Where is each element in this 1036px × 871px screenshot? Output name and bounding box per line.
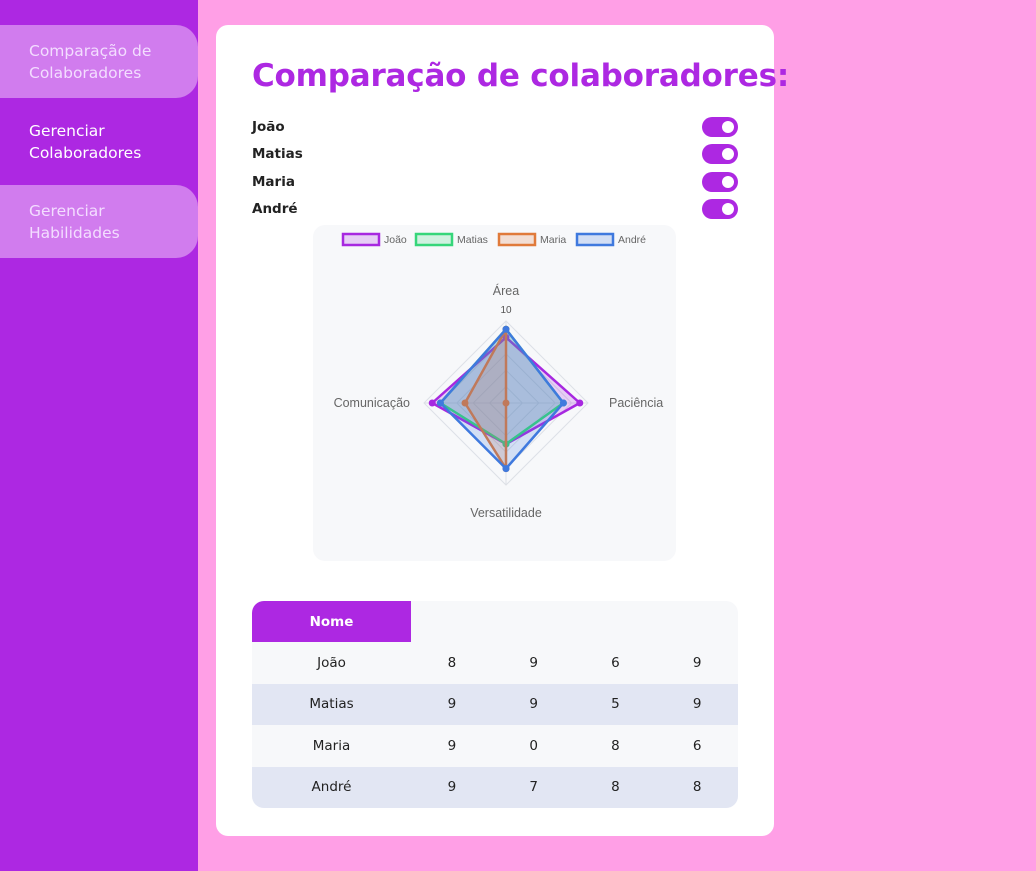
toggle-label: André bbox=[252, 201, 298, 217]
radar-data-point bbox=[502, 325, 510, 333]
table-header-empty bbox=[411, 601, 493, 642]
sidebar-item-label: Gerenciar Colaboradores bbox=[29, 121, 142, 162]
sidebar-item-comparacao[interactable]: Comparação de Colaboradores bbox=[0, 25, 198, 98]
table-row: Maria 9 0 8 6 bbox=[252, 725, 738, 767]
radar-data-point bbox=[502, 465, 510, 473]
sidebar-item-gerenciar-habilidades[interactable]: Gerenciar Habilidades bbox=[0, 185, 198, 258]
table-row: Matias 9 9 5 9 bbox=[252, 683, 738, 725]
toggle-label: Maria bbox=[252, 174, 295, 190]
legend-swatch bbox=[497, 232, 537, 247]
comparison-table: Nome João 8 9 6 9 Matias 9 9 5 9 Maria 9… bbox=[252, 601, 738, 808]
sidebar-item-gerenciar-colaboradores[interactable]: Gerenciar Colaboradores bbox=[0, 105, 198, 178]
table-cell-name: Maria bbox=[252, 725, 411, 767]
table-cell: 5 bbox=[574, 683, 657, 725]
table-header-empty bbox=[493, 601, 575, 642]
sidebar-item-label: Comparação de Colaboradores bbox=[29, 41, 152, 82]
table-header-empty bbox=[575, 601, 657, 642]
radar-axis-label: Paciência bbox=[609, 396, 663, 410]
toggle-switch-andre[interactable] bbox=[702, 199, 738, 219]
page-title: Comparação de colaboradores: bbox=[252, 58, 790, 94]
radar-tick-label: 10 bbox=[500, 305, 512, 316]
radar-data-point bbox=[436, 399, 444, 407]
radar-axis-label: Área bbox=[493, 283, 519, 298]
toggle-knob bbox=[722, 176, 734, 188]
radar-data-point bbox=[428, 399, 436, 407]
table-cell: 9 bbox=[411, 766, 493, 808]
radar-data-point bbox=[559, 399, 567, 407]
main-card: Comparação de colaboradores: João Matias… bbox=[216, 25, 789, 836]
table-cell: 9 bbox=[492, 683, 575, 725]
sidebar-item-label: Gerenciar Habilidades bbox=[29, 201, 120, 242]
radar-axis-label: Comunicação bbox=[334, 396, 410, 410]
legend-label: João bbox=[384, 234, 407, 246]
toggle-knob bbox=[722, 148, 734, 160]
toggle-switch-maria[interactable] bbox=[702, 172, 738, 192]
table-cell: 8 bbox=[574, 725, 657, 767]
table-cell: 8 bbox=[656, 766, 738, 808]
toggle-switch-joao[interactable] bbox=[702, 117, 738, 137]
table-header-empty bbox=[656, 601, 738, 642]
table-cell: 9 bbox=[411, 683, 493, 725]
table-cell: 8 bbox=[574, 766, 657, 808]
legend-swatch bbox=[575, 232, 615, 247]
radar-data-point bbox=[576, 399, 584, 407]
toggle-label: Matias bbox=[252, 146, 303, 162]
table-cell-name: Matias bbox=[252, 683, 411, 725]
toggle-switch-matias[interactable] bbox=[702, 144, 738, 164]
legend-label: André bbox=[618, 234, 646, 246]
toggle-row-joao: João bbox=[252, 117, 738, 137]
toggle-row-maria: Maria bbox=[252, 172, 738, 192]
table-cell: 6 bbox=[656, 725, 738, 767]
table-cell: 9 bbox=[492, 642, 575, 684]
table-row: André 9 7 8 8 bbox=[252, 766, 738, 808]
toggle-label: João bbox=[252, 119, 285, 135]
radar-chart-panel: 10 Área Paciência Versatilidade Comunicação J… bbox=[313, 225, 676, 561]
table-cell: 0 bbox=[492, 725, 575, 767]
toggle-row-andre: André bbox=[252, 199, 738, 219]
table-header-nome: Nome bbox=[252, 601, 411, 642]
table-cell-name: João bbox=[252, 642, 411, 684]
legend-swatch bbox=[414, 232, 454, 247]
table-cell: 8 bbox=[411, 642, 493, 684]
table-cell: 9 bbox=[656, 642, 738, 684]
legend-label: Matias bbox=[457, 234, 488, 246]
legend-swatch bbox=[341, 232, 381, 247]
table-row: João 8 9 6 9 bbox=[252, 642, 738, 684]
radar-axis-label: Versatilidade bbox=[470, 506, 542, 520]
table-cell: 6 bbox=[574, 642, 657, 684]
table-cell-name: André bbox=[252, 766, 411, 808]
toggle-knob bbox=[722, 121, 734, 133]
table-cell: 7 bbox=[492, 766, 575, 808]
table-cell: 9 bbox=[411, 725, 493, 767]
legend-label: Maria bbox=[540, 234, 566, 246]
radar-chart: 10 Área Paciência Versatilidade Comunicação J… bbox=[334, 232, 663, 520]
toggle-knob bbox=[722, 203, 734, 215]
sidebar: Comparação de Colaboradores Gerenciar Co… bbox=[0, 0, 198, 871]
radar-series-area bbox=[439, 327, 565, 470]
table-cell: 9 bbox=[656, 683, 738, 725]
toggle-row-matias: Matias bbox=[252, 144, 738, 164]
